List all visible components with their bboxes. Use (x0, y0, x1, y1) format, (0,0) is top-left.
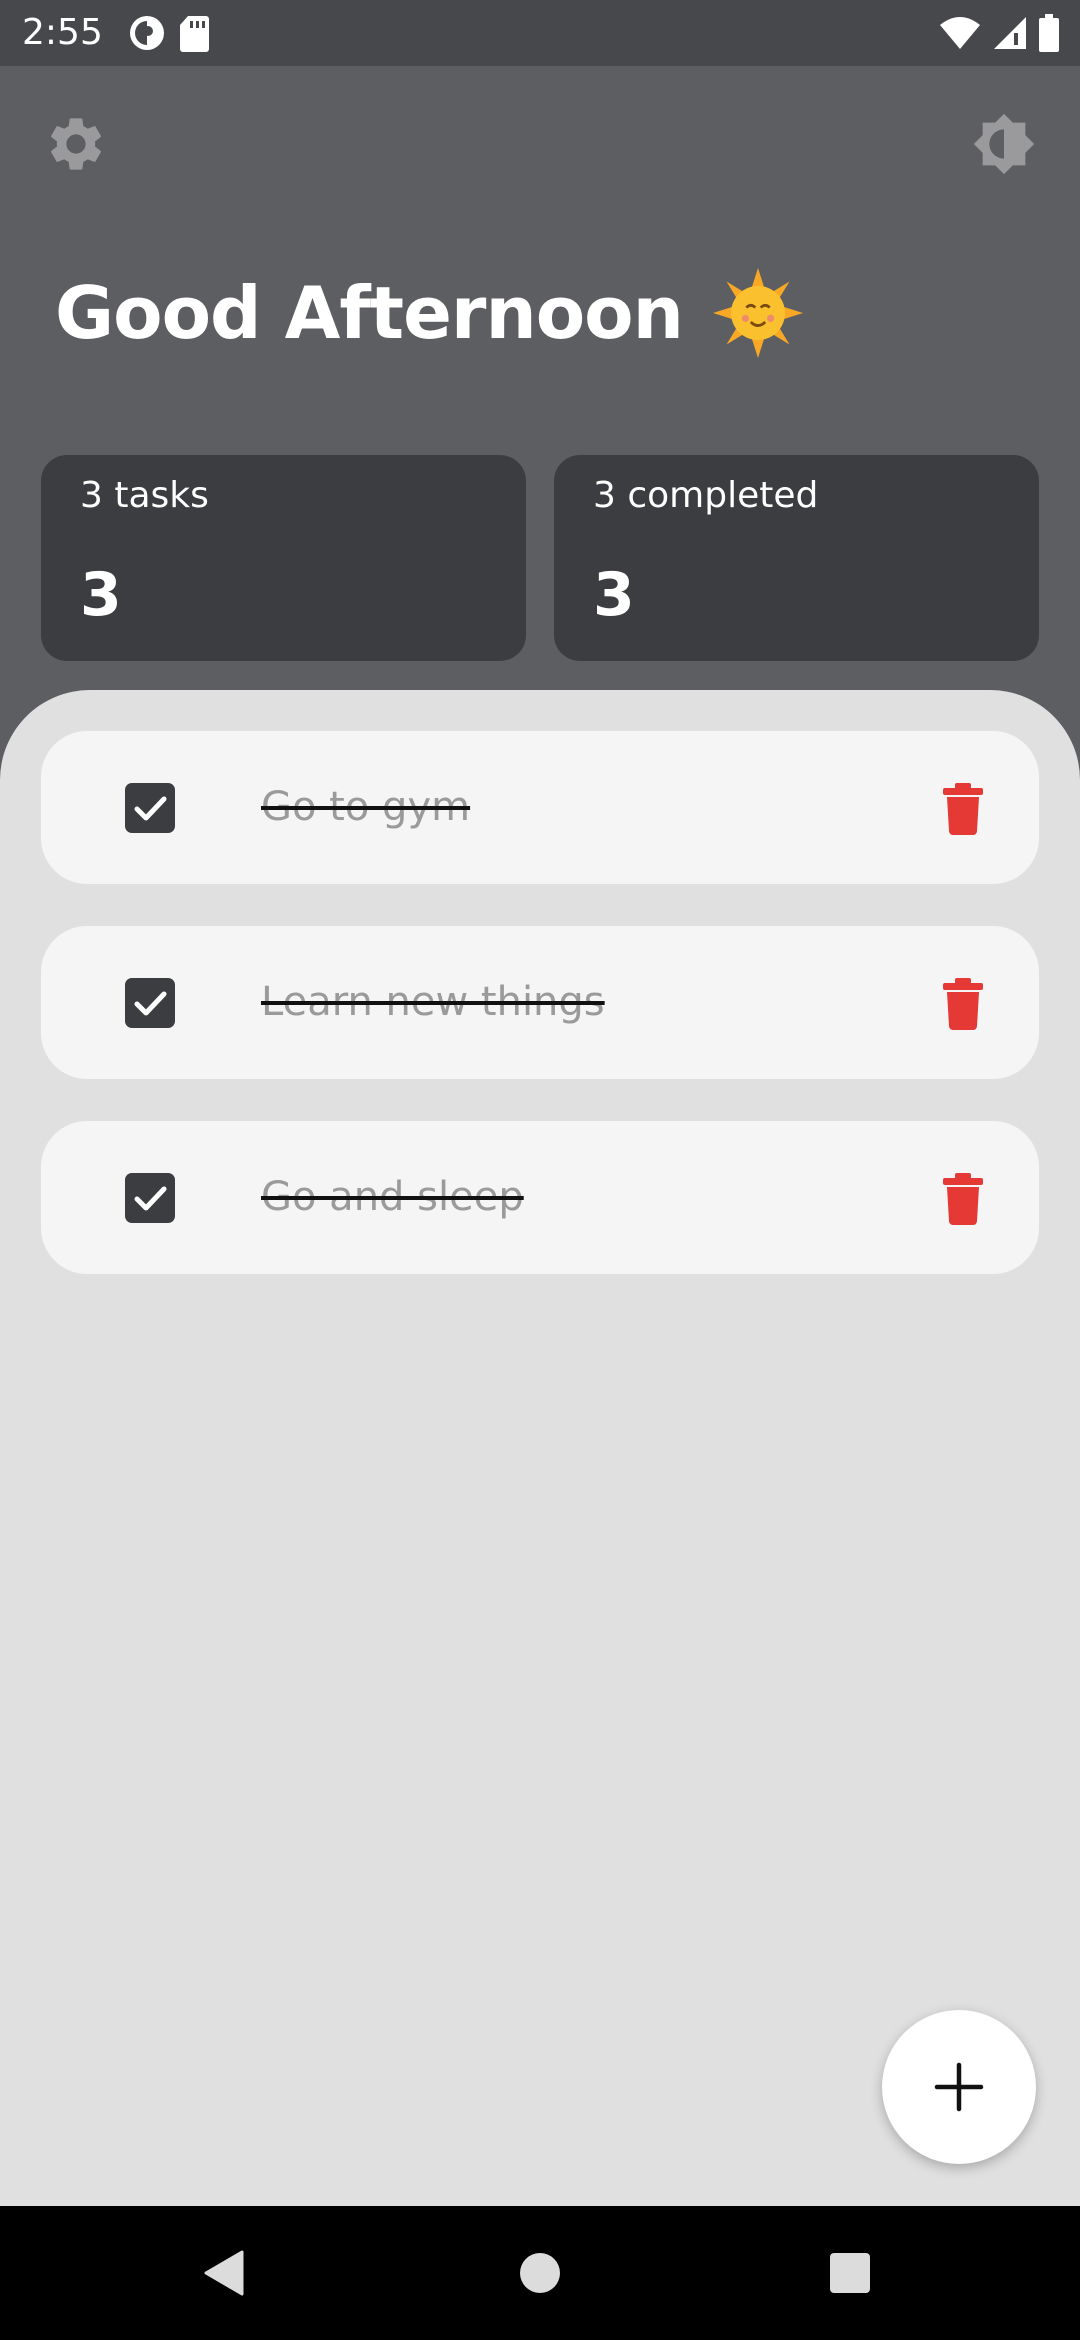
tasks-count-card: 3 tasks 3 (41, 455, 526, 661)
task-item[interactable]: Go and sleep (41, 1121, 1039, 1274)
trash-icon (943, 1173, 983, 1225)
completed-count-value: 3 (593, 560, 635, 630)
task-checkbox[interactable] (125, 978, 175, 1028)
task-item[interactable]: Go to gym (41, 731, 1039, 884)
back-icon (204, 2250, 244, 2296)
task-title: Go to gym (261, 784, 471, 830)
delete-task-button[interactable] (939, 1173, 987, 1225)
add-task-button[interactable] (882, 2010, 1036, 2164)
task-checkbox[interactable] (125, 1173, 175, 1223)
sd-card-icon (178, 14, 210, 57)
completed-count-label: 3 completed (593, 475, 819, 516)
data-saver-icon (128, 14, 166, 57)
cellular-signal-icon (992, 15, 1028, 56)
check-icon (134, 991, 167, 1016)
trash-icon (943, 978, 983, 1030)
home-button[interactable] (518, 2250, 562, 2301)
theme-toggle-button[interactable] (972, 112, 1036, 176)
status-bar: 2:55 (0, 0, 1080, 66)
check-icon (134, 796, 167, 821)
task-title: Go and sleep (261, 1174, 524, 1220)
tasks-count-value: 3 (80, 560, 122, 630)
wifi-icon (938, 15, 982, 56)
task-checkbox[interactable] (125, 783, 175, 833)
completed-count-card: 3 completed 3 (554, 455, 1039, 661)
home-icon (520, 2253, 560, 2293)
brightness-icon (973, 113, 1035, 175)
status-left-icons (128, 14, 210, 57)
task-list-sheet: Go to gym Learn new things Go and sleep (0, 690, 1080, 2206)
system-nav-bar (0, 2206, 1080, 2340)
greeting-text: Good Afternoon (55, 271, 684, 355)
task-title: Learn new things (261, 979, 605, 1025)
settings-button[interactable] (44, 112, 108, 176)
check-icon (134, 1186, 167, 1211)
delete-task-button[interactable] (939, 783, 987, 835)
task-item[interactable]: Learn new things (41, 926, 1039, 1079)
back-button[interactable] (202, 2250, 246, 2301)
sun-with-face-icon (712, 268, 803, 358)
plus-icon (934, 2062, 984, 2112)
recents-button[interactable] (828, 2250, 872, 2301)
delete-task-button[interactable] (939, 978, 987, 1030)
battery-icon (1038, 14, 1060, 57)
tasks-count-label: 3 tasks (80, 475, 209, 516)
recents-icon (830, 2253, 870, 2293)
status-time: 2:55 (22, 12, 103, 53)
greeting: Good Afternoon (55, 258, 803, 368)
status-right-icons (938, 14, 1060, 57)
gear-icon (51, 118, 101, 170)
trash-icon (943, 783, 983, 835)
